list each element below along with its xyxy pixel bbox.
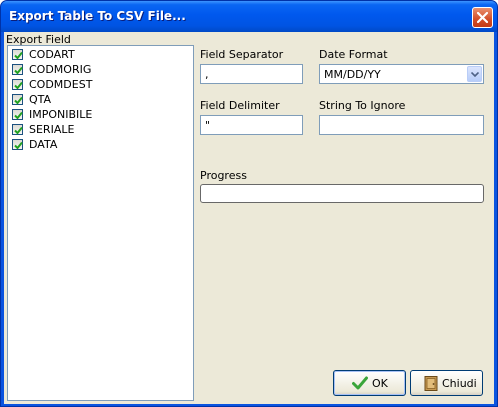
date-format-dropdown-button[interactable] (467, 66, 482, 82)
field-name: QTA (29, 93, 52, 106)
field-delimiter-label: Field Delimiter (200, 99, 280, 112)
field-delimiter-input[interactable]: " (200, 115, 303, 135)
list-item[interactable]: SERIALE (12, 123, 182, 138)
ok-label: OK (372, 377, 388, 390)
checkmark-icon (14, 51, 23, 60)
field-name: DATA (29, 138, 58, 151)
field-checkbox[interactable] (12, 49, 23, 60)
date-format-label: Date Format (319, 48, 388, 61)
string-to-ignore-label: String To Ignore (319, 99, 406, 112)
field-checkbox[interactable] (12, 109, 23, 120)
list-item[interactable]: QTA (12, 93, 182, 108)
export-field-list[interactable]: CODART CODMORIG CODMDEST QTA IMPONIBILE … (7, 45, 194, 401)
green-check-icon (352, 376, 368, 390)
field-name: CODMDEST (29, 78, 93, 91)
door-icon (424, 376, 438, 391)
close-button[interactable] (472, 7, 493, 28)
field-separator-input[interactable]: , (200, 64, 303, 84)
list-item[interactable]: CODMORIG (12, 63, 182, 78)
dialog-body: Export Field CODART CODMORIG CODMDEST QT… (4, 32, 494, 404)
window-title: Export Table To CSV File... (9, 9, 186, 23)
field-name: IMPONIBILE (29, 108, 93, 121)
checkmark-icon (14, 96, 23, 105)
chiudi-button[interactable]: Chiudi (410, 370, 483, 396)
chevron-down-icon (471, 72, 479, 77)
list-item[interactable]: DATA (12, 138, 182, 153)
checkmark-icon (14, 81, 23, 90)
field-checkbox[interactable] (12, 139, 23, 150)
date-format-select[interactable]: MM/DD/YY (319, 64, 484, 84)
progress-bar (200, 184, 484, 203)
chiudi-label: Chiudi (442, 377, 477, 390)
ok-button[interactable]: OK (333, 370, 406, 396)
field-checkbox[interactable] (12, 124, 23, 135)
field-name: SERIALE (29, 123, 75, 136)
list-item[interactable]: CODART (12, 48, 182, 63)
list-item[interactable]: IMPONIBILE (12, 108, 182, 123)
checkmark-icon (14, 66, 23, 75)
checkmark-icon (14, 111, 23, 120)
checkmark-icon (14, 126, 23, 135)
field-checkbox[interactable] (12, 79, 23, 90)
title-bar[interactable]: Export Table To CSV File... (1, 1, 497, 32)
field-checkbox[interactable] (12, 64, 23, 75)
list-item[interactable]: CODMDEST (12, 78, 182, 93)
date-format-value: MM/DD/YY (324, 68, 381, 81)
field-separator-label: Field Separator (200, 48, 284, 61)
checkmark-icon (14, 141, 23, 150)
field-name: CODMORIG (29, 63, 92, 76)
field-checkbox[interactable] (12, 94, 23, 105)
field-name: CODART (29, 48, 75, 61)
progress-label: Progress (200, 169, 247, 182)
string-to-ignore-input[interactable] (319, 115, 484, 135)
close-icon (477, 12, 488, 23)
export-dialog-window: Export Table To CSV File... Export Field… (0, 0, 498, 407)
